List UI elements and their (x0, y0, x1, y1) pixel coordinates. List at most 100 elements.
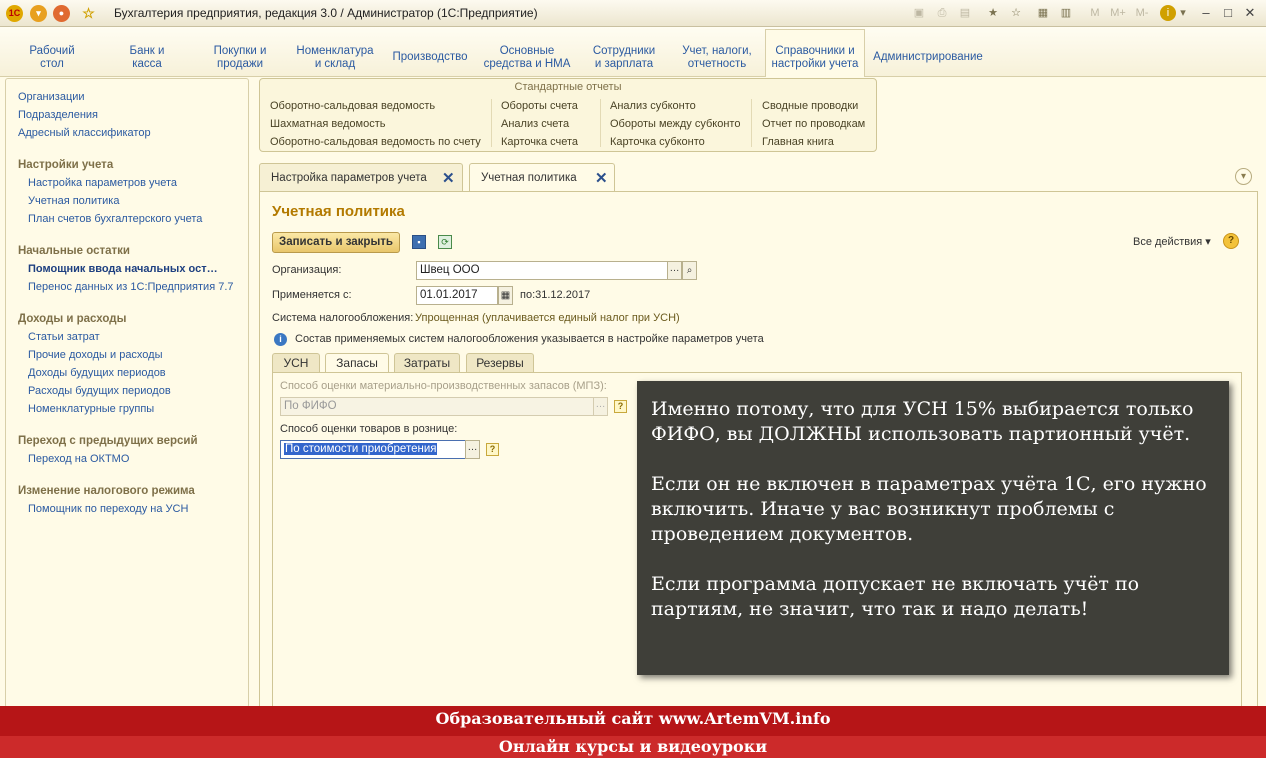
nav-item-other-income[interactable]: Прочие доходы и расходы (28, 349, 163, 361)
section-purchases[interactable]: Покупки и продажи (200, 37, 280, 77)
app-logo-icon[interactable]: 1С (6, 5, 23, 22)
help-icon[interactable]: ? (1223, 233, 1239, 249)
favorites-star-icon[interactable]: ☆ (80, 5, 97, 22)
nav-group-title: Изменение налогового режима (18, 485, 195, 497)
calculator-icon[interactable]: ▦ (1035, 5, 1051, 21)
section-administration[interactable]: Администрирование (872, 37, 984, 77)
applies-to-label: по:31.12.2017 (520, 289, 590, 301)
tab-accounting-policy[interactable]: Учетная политика ✕ (469, 163, 615, 193)
title-bar: 1С ▾ ● ☆ Бухгалтерия предприятия, редакц… (0, 0, 1266, 27)
main-menu-icon[interactable]: ● (53, 5, 70, 22)
nav-address-classifier[interactable]: Адресный классификатор (18, 127, 151, 139)
report-link[interactable]: Анализ счета (501, 118, 569, 130)
report-link[interactable]: Карточка субконто (610, 136, 705, 148)
tax-system-link[interactable]: Упрощенная (уплачивается единый налог пр… (415, 312, 680, 324)
section-label: Номенклатура и склад (296, 45, 374, 70)
tabs-dropdown-icon[interactable]: ▾ (1235, 168, 1252, 185)
info-icon: i (274, 333, 287, 346)
standard-reports-panel: Стандартные отчеты Оборотно-сальдовая ве… (259, 78, 877, 152)
preview-icon[interactable]: ▤ (957, 5, 973, 21)
report-link[interactable]: Обороты между субконто (610, 118, 740, 130)
section-employees[interactable]: Сотрудники и зарплата (584, 37, 664, 77)
add-favorite-icon[interactable]: ★ (985, 5, 1001, 21)
print-icon[interactable]: ⎙ (934, 5, 950, 21)
all-actions-menu[interactable]: Все действия ▾ (1133, 235, 1211, 248)
section-label: Сотрудники и зарплата (592, 45, 656, 70)
save-icon[interactable]: ▪ (412, 235, 426, 249)
applies-from-label: Применяется с: (272, 289, 352, 301)
refresh-icon[interactable]: ⟳ (438, 235, 452, 249)
to-date-value: 31.12.2017 (535, 289, 591, 301)
section-production[interactable]: Производство (390, 37, 470, 77)
applies-from-date-field[interactable]: 01.01.2017 (416, 286, 498, 305)
nav-departments[interactable]: Подразделения (18, 109, 98, 121)
retail-select-button[interactable]: … (465, 440, 480, 459)
close-tab-icon[interactable]: ✕ (595, 169, 608, 187)
nav-item-cost-items[interactable]: Статьи затрат (28, 331, 100, 343)
report-link[interactable]: Оборотно-сальдовая ведомость по счету (270, 136, 481, 148)
info-icon[interactable]: i (1160, 5, 1176, 21)
section-label: Рабочий стол (29, 45, 75, 70)
mpz-select-button[interactable]: … (593, 397, 608, 416)
info-text: Состав применяемых систем налогообложени… (295, 333, 764, 345)
report-link[interactable]: Карточка счета (501, 136, 578, 148)
nav-item-nomenclature-groups[interactable]: Номенклатурные группы (28, 403, 154, 415)
memory-plus-button[interactable]: M+ (1108, 5, 1128, 21)
retail-method-value: По стоимости приобретения (284, 443, 438, 455)
report-link[interactable]: Отчет по проводкам (762, 118, 865, 130)
info-dropdown-icon[interactable]: ▾ (1178, 5, 1188, 21)
section-references[interactable]: Справочники и настройки учета (765, 29, 865, 77)
nav-item-opening-balances-wizard[interactable]: Помощник ввода начальных ост… (28, 263, 218, 275)
close-window-button[interactable]: ✕ (1240, 4, 1260, 22)
nav-item-accounting-policy[interactable]: Учетная политика (28, 195, 119, 207)
tab-inventory[interactable]: Запасы (325, 353, 389, 374)
report-link[interactable]: Сводные проводки (762, 100, 858, 112)
tab-reserves[interactable]: Резервы (466, 353, 534, 373)
nav-item-chart-of-accounts[interactable]: План счетов бухгалтерского учета (28, 213, 202, 225)
memory-minus-button[interactable]: M- (1132, 5, 1152, 21)
close-tab-icon[interactable]: ✕ (442, 169, 455, 187)
retail-method-label: Способ оценки товаров в рознице: (280, 423, 458, 435)
nav-item-oktmo[interactable]: Переход на ОКТМО (28, 453, 129, 465)
save-and-close-button[interactable]: Записать и закрыть (272, 232, 400, 253)
nav-item-usn-wizard[interactable]: Помощник по переходу на УСН (28, 503, 188, 515)
section-bank[interactable]: Банк и касса (112, 37, 182, 77)
tab-usn[interactable]: УСН (272, 353, 320, 373)
organization-field[interactable]: Швец ООО (416, 261, 668, 280)
section-fixed-assets[interactable]: Основные средства и НМА (478, 37, 576, 77)
section-desktop[interactable]: Рабочий стол (12, 37, 92, 77)
report-link[interactable]: Анализ субконто (610, 100, 696, 112)
nav-item-deferred-expenses[interactable]: Расходы будущих периодов (28, 385, 171, 397)
overlay-paragraph: Именно потому, что для УСН 15% выбираетс… (651, 398, 1194, 445)
section-label: Покупки и продажи (213, 45, 267, 70)
nav-item-deferred-income[interactable]: Доходы будущих периодов (28, 367, 166, 379)
menu-dropdown-icon[interactable]: ▾ (30, 5, 47, 22)
nav-item-data-transfer[interactable]: Перенос данных из 1С:Предприятия 7.7 (28, 281, 234, 293)
mpz-method-field[interactable]: По ФИФО (280, 397, 594, 416)
organization-select-button[interactable]: … (667, 261, 682, 280)
calendar-icon[interactable]: ▦ (498, 286, 513, 305)
report-link[interactable]: Обороты счета (501, 100, 578, 112)
search-icon[interactable]: ⌕ (682, 261, 697, 280)
minimize-button[interactable]: – (1196, 4, 1216, 22)
section-accounting[interactable]: Учет, налоги, отчетность (672, 37, 762, 77)
page-title: Учетная политика (272, 203, 405, 220)
report-link[interactable]: Главная книга (762, 136, 834, 148)
help-question-icon[interactable]: ? (614, 400, 627, 413)
save-icon[interactable]: ▣ (911, 5, 927, 21)
report-link[interactable]: Шахматная ведомость (270, 118, 385, 130)
promo-banner: Образовательный сайт www.ArtemVM.info Он… (0, 706, 1266, 758)
nav-item-account-settings[interactable]: Настройка параметров учета (28, 177, 177, 189)
nav-organizations[interactable]: Организации (18, 91, 85, 103)
calendar-icon[interactable]: ▥ (1058, 5, 1074, 21)
favorites-list-icon[interactable]: ☆ (1008, 5, 1024, 21)
report-link[interactable]: Оборотно-сальдовая ведомость (270, 100, 435, 112)
retail-method-field[interactable]: По стоимости приобретения (280, 440, 466, 459)
help-question-icon[interactable]: ? (486, 443, 499, 456)
section-nomenclature[interactable]: Номенклатура и склад (290, 37, 380, 77)
memory-m-button[interactable]: M (1088, 5, 1102, 21)
overlay-paragraph: Если он не включен в параметрах учёта 1С… (651, 473, 1207, 545)
maximize-button[interactable]: □ (1218, 4, 1238, 22)
tab-account-settings[interactable]: Настройка параметров учета ✕ (259, 163, 463, 191)
tab-costs[interactable]: Затраты (394, 353, 460, 373)
